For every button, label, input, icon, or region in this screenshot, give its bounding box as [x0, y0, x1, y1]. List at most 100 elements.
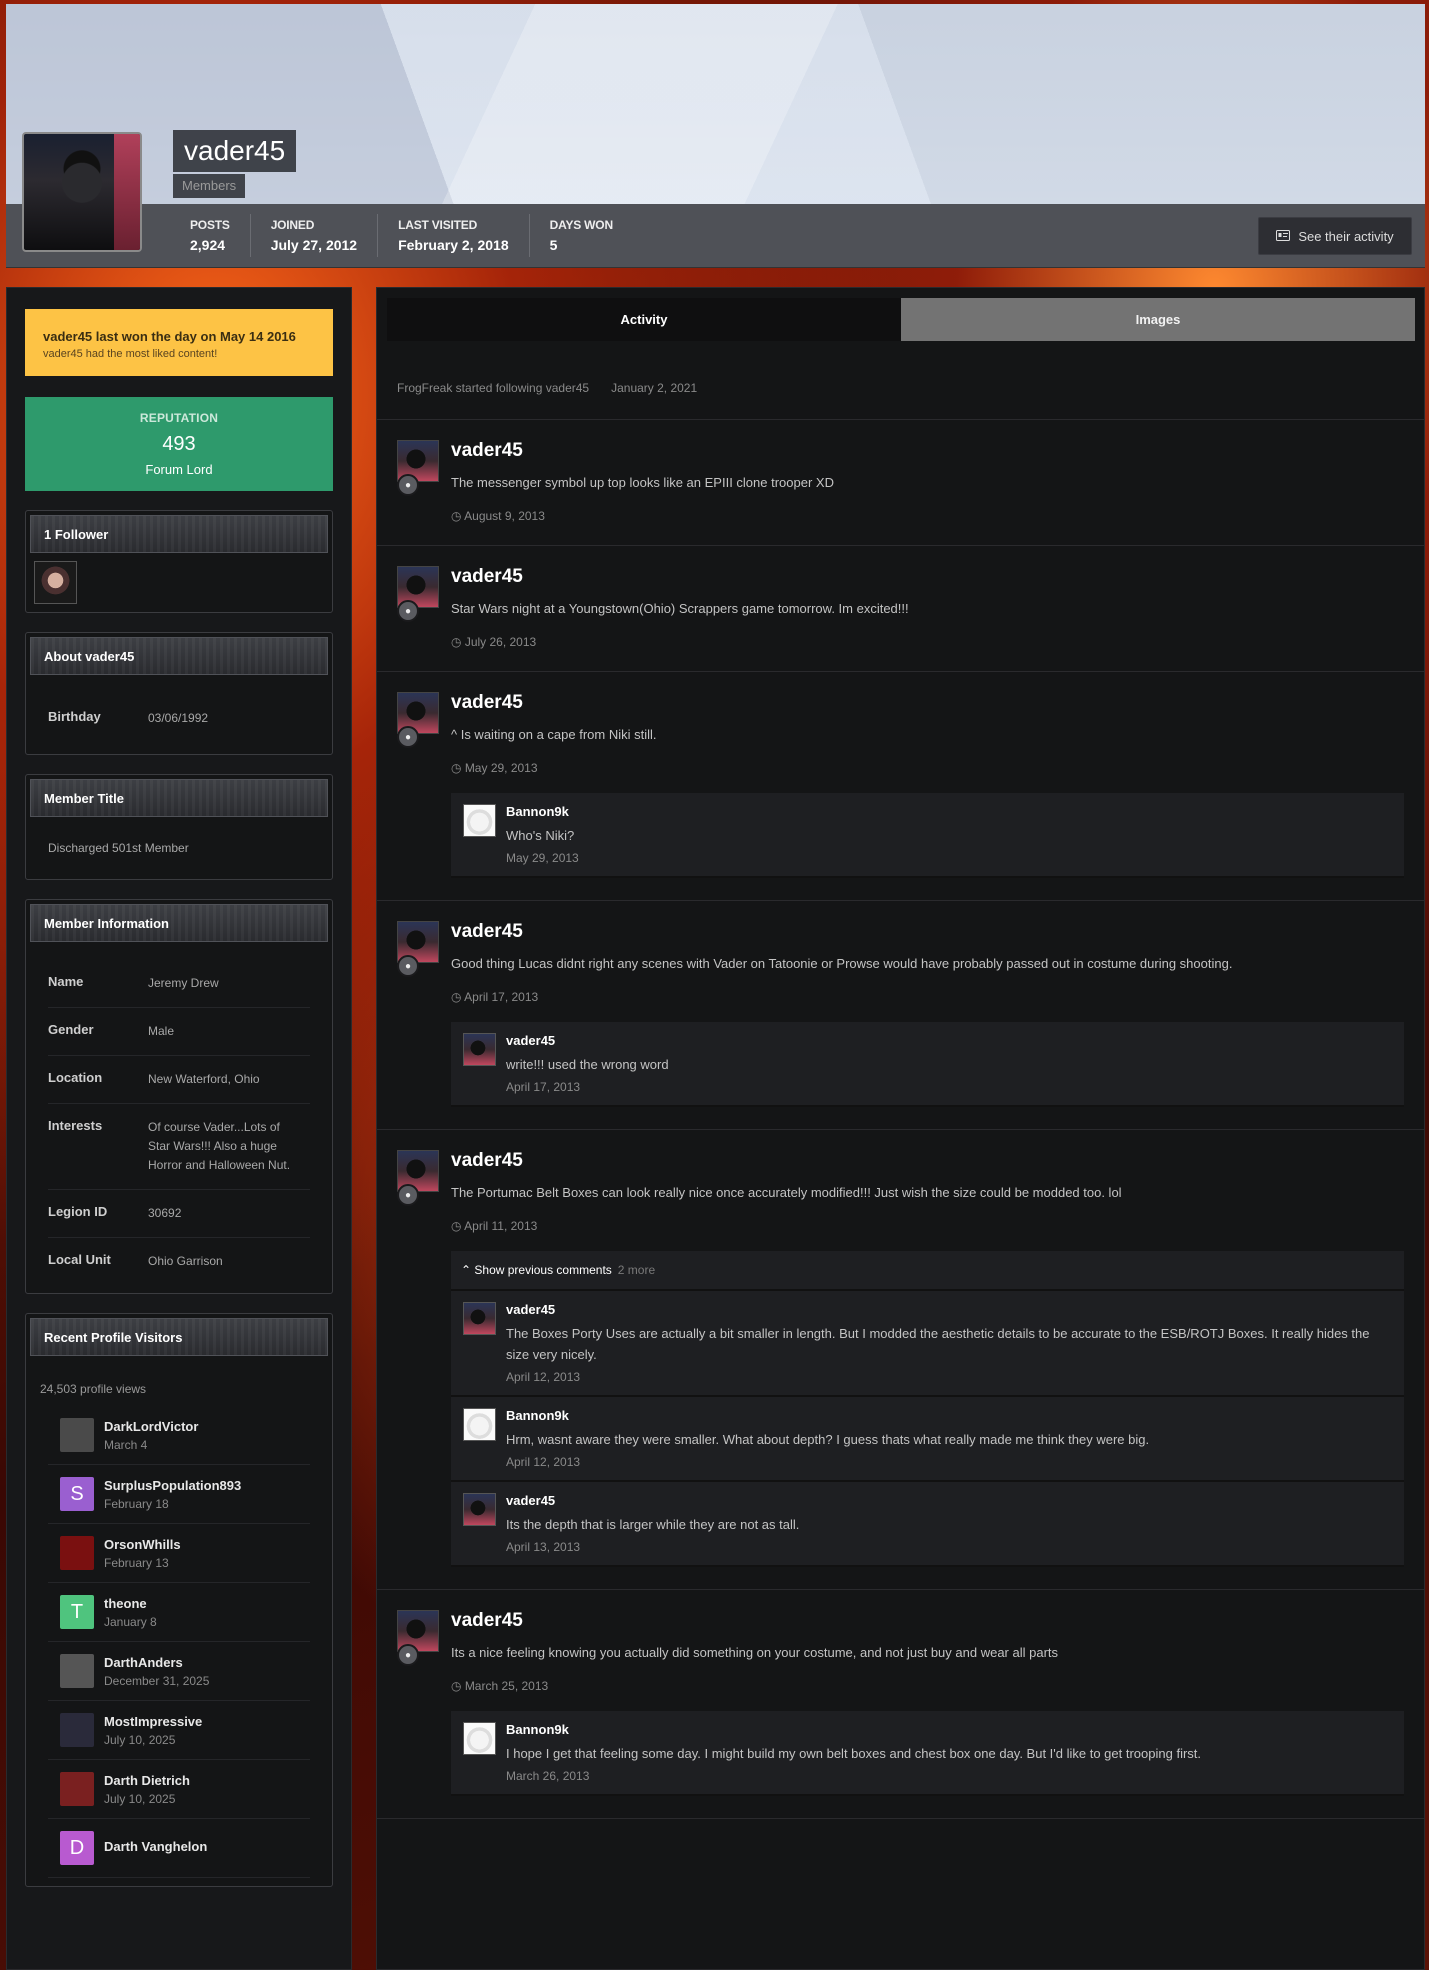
stat-label: Last visited	[398, 218, 478, 232]
follow-text[interactable]: FrogFreak started following vader45	[397, 381, 589, 395]
info-row-legion-id: Legion ID 30692	[48, 1190, 310, 1238]
visitor-item[interactable]: DarkLordVictor March 4	[48, 1406, 310, 1465]
tab-activity[interactable]: Activity	[387, 298, 901, 341]
status-author[interactable]: vader45	[451, 566, 1404, 588]
status-update: ● vader45 Its a nice feeling knowing you a…	[377, 1590, 1424, 1819]
more-count: 2 more	[617, 1263, 656, 1277]
comment-author[interactable]: vader45	[506, 1493, 1394, 1508]
comment-avatar[interactable]	[463, 1033, 496, 1066]
stat-value: 5	[549, 237, 558, 253]
follow-date: January 2, 2021	[611, 381, 698, 395]
show-previous-comments[interactable]: ⌃ Show previous comments 2 more	[451, 1251, 1404, 1291]
status-date[interactable]: ◷ August 9, 2013	[451, 509, 1404, 523]
member-info-heading: Member Information	[30, 904, 328, 942]
visitor-item[interactable]: OrsonWhills February 13	[48, 1524, 310, 1583]
status-author[interactable]: vader45	[451, 921, 1404, 943]
visitor-name[interactable]: Darth Vanghelon	[104, 1839, 207, 1854]
visitor-name[interactable]: Darth Dietrich	[104, 1773, 190, 1788]
visitor-date: July 10, 2025	[104, 1732, 176, 1747]
comment-date[interactable]: April 13, 2013	[506, 1540, 1394, 1554]
visitor-name[interactable]: MostImpressive	[104, 1714, 202, 1729]
visitor-name[interactable]: DarkLordVictor	[104, 1419, 198, 1434]
comment-author[interactable]: Bannon9k	[506, 1408, 1394, 1423]
comment-date[interactable]: April 17, 2013	[506, 1080, 1394, 1094]
comments: Bannon9k I hope I get that feeling some d…	[451, 1711, 1404, 1796]
status-date[interactable]: ◷ July 26, 2013	[451, 635, 1404, 649]
comment-date[interactable]: May 29, 2013	[506, 851, 1394, 865]
visitor-name[interactable]: theone	[104, 1596, 157, 1611]
info-row-local-unit: Local Unit Ohio Garrison	[48, 1238, 310, 1285]
status-author[interactable]: vader45	[451, 440, 1404, 462]
visitor-item[interactable]: MostImpressive July 10, 2025	[48, 1701, 310, 1760]
status-update: ● vader45 ^ Is waiting on a cape from Niki…	[377, 672, 1424, 901]
info-value: Ohio Garrison	[148, 1254, 223, 1268]
visitor-name[interactable]: OrsonWhills	[104, 1537, 181, 1552]
profile-stats: Posts 2,924 Joined July 27, 2012 Last vi…	[170, 214, 633, 257]
status-author[interactable]: vader45	[451, 1150, 1404, 1172]
visitor-item[interactable]: S SurplusPopulation893 February 18	[48, 1465, 310, 1524]
visitor-date: March 4	[104, 1437, 148, 1452]
follower-avatar[interactable]	[34, 561, 77, 604]
reputation-value: 493	[162, 433, 196, 455]
comment-avatar[interactable]	[463, 804, 496, 837]
profile-views: 24,503 profile views	[40, 1382, 147, 1396]
status-text: The Portumac Belt Boxes can look really …	[451, 1185, 1122, 1200]
status-author[interactable]: vader45	[451, 1610, 1404, 1632]
info-value: Male	[148, 1024, 175, 1038]
user-icon: ●	[397, 726, 419, 748]
about-widget: About vader45 Birthday 03/06/1992	[25, 632, 333, 755]
info-key: Location	[48, 1070, 103, 1085]
comment-avatar[interactable]	[463, 1302, 496, 1335]
user-icon: ●	[397, 474, 419, 496]
visitor-item[interactable]: Darth Dietrich July 10, 2025	[48, 1760, 310, 1819]
profile-tabs: Activity Images	[387, 298, 1424, 341]
comment-avatar[interactable]	[463, 1722, 496, 1755]
status-date[interactable]: ◷ May 29, 2013	[451, 761, 1404, 775]
profile-avatar[interactable]	[22, 132, 142, 252]
comment-author[interactable]: Bannon9k	[506, 804, 1394, 819]
comment-date[interactable]: March 26, 2013	[506, 1769, 1394, 1783]
status-author[interactable]: vader45	[451, 692, 1404, 714]
chevron-up-icon: ⌃	[461, 1263, 475, 1277]
stat-label: Posts	[190, 218, 230, 232]
status-date[interactable]: ◷ March 25, 2013	[451, 1679, 1404, 1693]
stat-value: 2,924	[190, 237, 226, 253]
visitor-avatar[interactable]	[60, 1772, 94, 1806]
visitor-name[interactable]: DarthAnders	[104, 1655, 209, 1670]
visitors-heading: Recent Profile Visitors	[30, 1318, 328, 1356]
status-update: ● vader45 Star Wars night at a Youngstown(…	[377, 546, 1424, 672]
visitor-item[interactable]: DarthAnders December 31, 2025	[48, 1642, 310, 1701]
visitor-date: February 18	[104, 1496, 169, 1511]
visitor-avatar[interactable]	[60, 1654, 94, 1688]
tab-images[interactable]: Images	[901, 298, 1415, 341]
followers-heading[interactable]: 1 Follower	[30, 515, 328, 553]
comment-avatar[interactable]	[463, 1408, 496, 1441]
stat-label: Days Won	[549, 218, 614, 232]
comment-text: The Boxes Porty Uses are actually a bit …	[506, 1326, 1370, 1362]
comment-date[interactable]: April 12, 2013	[506, 1455, 1394, 1469]
visitor-avatar[interactable]	[60, 1713, 94, 1747]
visitor-avatar[interactable]: T	[60, 1595, 94, 1629]
visitor-avatar[interactable]	[60, 1536, 94, 1570]
visitor-item[interactable]: T theone January 8	[48, 1583, 310, 1642]
stat-days-won: Days Won 5	[530, 214, 633, 257]
user-icon: ●	[397, 955, 419, 977]
visitor-avatar[interactable]	[60, 1418, 94, 1452]
visitor-avatar[interactable]: D	[60, 1831, 94, 1865]
status-date[interactable]: ◷ April 11, 2013	[451, 1219, 1404, 1233]
info-row-name: Name Jeremy Drew	[48, 960, 310, 1008]
status-date[interactable]: ◷ April 17, 2013	[451, 990, 1404, 1004]
visitor-avatar[interactable]: S	[60, 1477, 94, 1511]
see-activity-button[interactable]: See their activity	[1258, 217, 1412, 255]
comment-author[interactable]: Bannon9k	[506, 1722, 1394, 1737]
visitor-item[interactable]: D Darth Vanghelon	[48, 1819, 310, 1878]
comment-avatar[interactable]	[463, 1493, 496, 1526]
comment: vader45 The Boxes Porty Uses are actually…	[451, 1291, 1404, 1397]
status-text: Good thing Lucas didnt right any scenes …	[451, 956, 1233, 971]
comment-author[interactable]: vader45	[506, 1302, 1394, 1317]
comment-author[interactable]: vader45	[506, 1033, 1394, 1048]
comment-date[interactable]: April 12, 2013	[506, 1370, 1394, 1384]
visitor-name[interactable]: SurplusPopulation893	[104, 1478, 241, 1493]
user-icon: ●	[397, 1184, 419, 1206]
visitor-date: December 31, 2025	[104, 1673, 210, 1688]
